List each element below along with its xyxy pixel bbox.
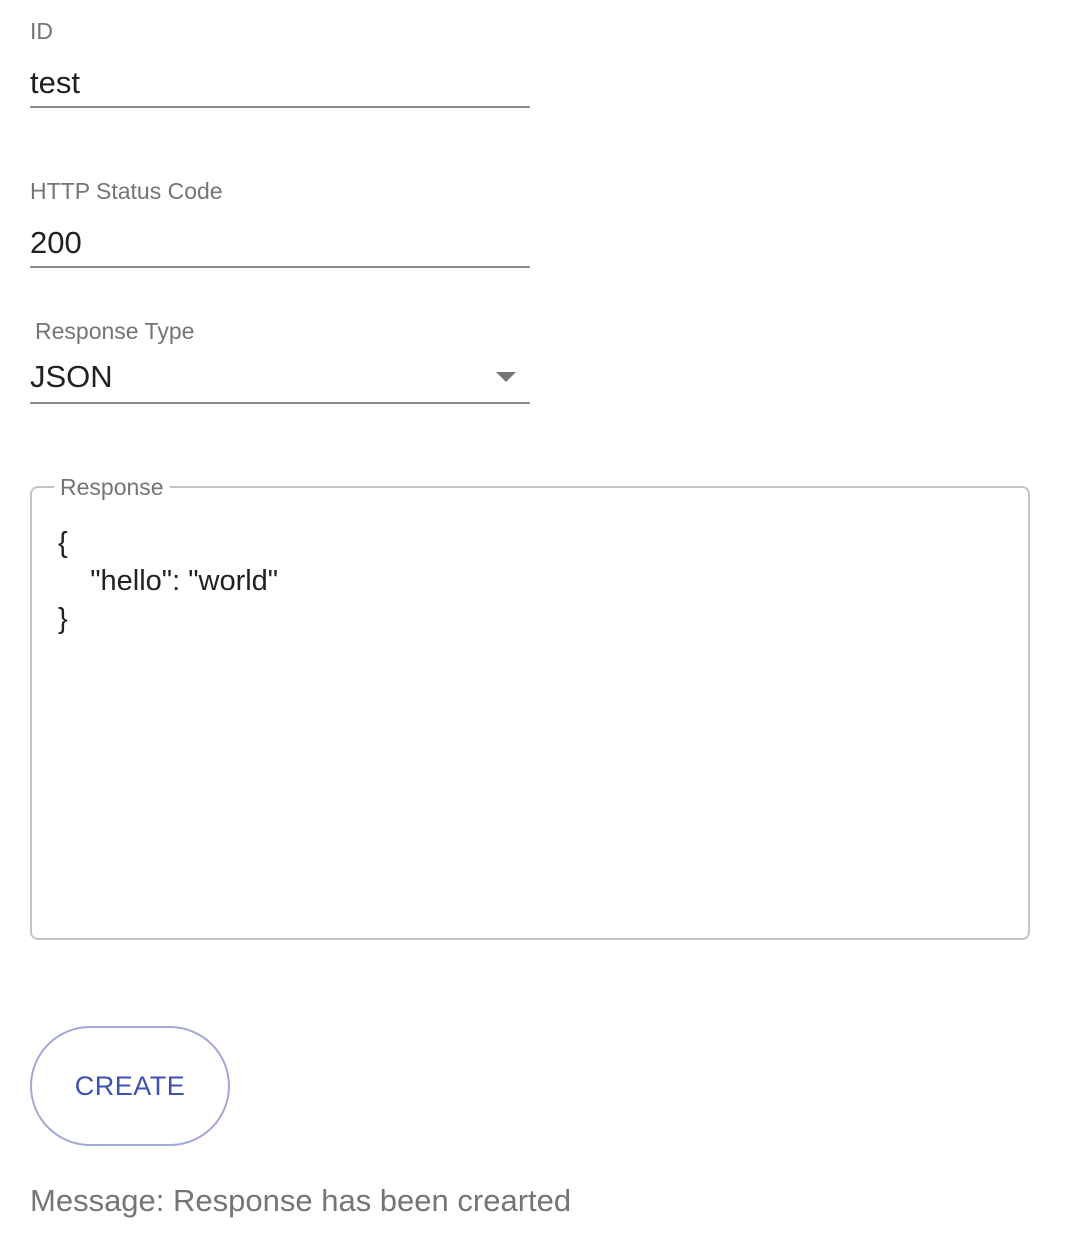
id-field: ID <box>30 20 530 108</box>
response-type-select[interactable]: JSON <box>30 343 530 404</box>
response-textarea[interactable]: Response { "hello": "world" } <box>30 474 1030 940</box>
dropdown-arrow-icon <box>496 372 516 382</box>
status-code-input-wrapper <box>30 203 530 268</box>
status-message: Message: Response has been crearted <box>30 1183 572 1218</box>
create-button[interactable]: CREATE <box>30 1026 230 1146</box>
id-input[interactable] <box>30 59 530 106</box>
status-code-field: HTTP Status Code <box>30 180 530 268</box>
response-type-value: JSON <box>30 359 113 394</box>
response-label: Response <box>54 474 170 502</box>
id-label: ID <box>30 18 53 44</box>
status-code-label: HTTP Status Code <box>30 178 223 204</box>
create-response-form: ID HTTP Status Code Response Type JSON R… <box>0 0 1078 1254</box>
response-type-field: Response Type JSON <box>30 320 530 404</box>
status-code-input[interactable] <box>30 219 530 266</box>
response-type-label: Response Type <box>35 318 195 344</box>
response-text: { "hello": "world" } <box>58 527 279 635</box>
id-input-wrapper <box>30 43 530 108</box>
